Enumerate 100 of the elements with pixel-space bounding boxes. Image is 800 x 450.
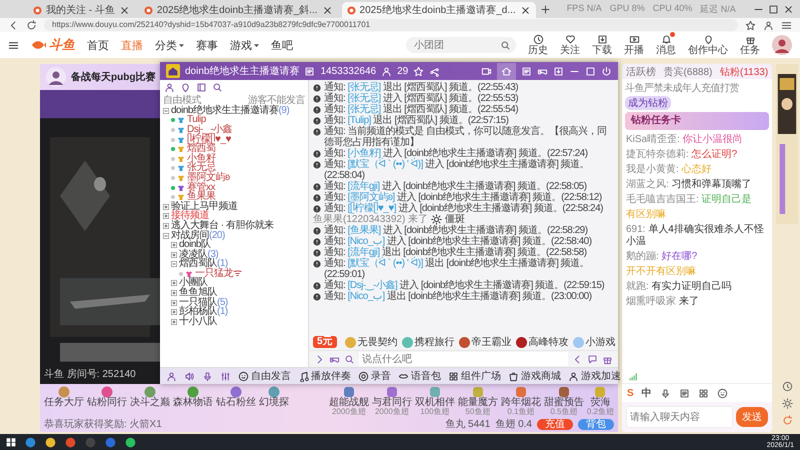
gift-item[interactable]: 超能战舰 2000鱼翅: [328, 386, 369, 418]
header-action[interactable]: 消息: [656, 34, 676, 56]
user-avatar[interactable]: [772, 35, 792, 55]
chat-tab[interactable]: 钻粉(1133): [720, 64, 768, 78]
member-name[interactable]: 墨阿文屿ʚ: [187, 172, 230, 183]
gift-item[interactable]: 双机相伴 100鱼翅: [414, 386, 455, 418]
toolbar-button[interactable]: 游戏商城: [508, 369, 561, 383]
gift-item[interactable]: 跨年烟花 0.1鱼翅: [500, 386, 541, 418]
equalizer-icon[interactable]: [220, 370, 231, 382]
avatar-icon[interactable]: [166, 370, 177, 382]
book-icon[interactable]: [196, 82, 207, 93]
gift-item[interactable]: 甜蜜预告 0.5鱼翅: [544, 386, 584, 418]
channel-item[interactable]: 十小八队: [179, 316, 217, 327]
gift-item[interactable]: 荧海 0.2鱼翅: [586, 386, 614, 418]
toolbar-button[interactable]: 组件广场: [448, 369, 501, 383]
settings-icon[interactable]: [782, 398, 792, 409]
channel-item[interactable]: 逃入大舞台 · 有胆你就来: [171, 220, 274, 231]
streamer-avatar[interactable]: [46, 67, 66, 87]
activity-item[interactable]: 幻境探: [259, 386, 289, 418]
user-icon[interactable]: [164, 82, 175, 93]
timer-icon[interactable]: [782, 381, 792, 392]
favorite-icon[interactable]: [745, 20, 756, 30]
reload-icon[interactable]: [26, 20, 37, 30]
browser-tab[interactable]: 我的关注 - 斗鱼: [28, 2, 135, 18]
activity-item[interactable]: 决斗之巅: [130, 386, 170, 418]
expand-toggle-icon[interactable]: [163, 222, 169, 229]
search-field[interactable]: 小团团: [406, 37, 516, 53]
list-icon[interactable]: [678, 388, 690, 398]
coupon-badge[interactable]: 5元: [313, 336, 337, 348]
expand-toggle-icon[interactable]: [163, 204, 169, 210]
channel-item[interactable]: 对战房间(20): [171, 230, 225, 241]
activity-item[interactable]: 钻粉同行: [87, 386, 127, 418]
toolbar-button[interactable]: 自由发言: [238, 369, 291, 383]
location-icon[interactable]: [180, 82, 191, 93]
browser-tab[interactable]: 2025绝地求生doinb主播邀请赛_d...: [342, 2, 536, 18]
new-tab-icon[interactable]: [540, 4, 551, 14]
close-icon[interactable]: [322, 4, 333, 16]
gift-item[interactable]: 能量魔方 50鱼翅: [458, 386, 498, 418]
header-action[interactable]: 关注: [560, 34, 580, 56]
nav-link[interactable]: 首页: [87, 38, 109, 52]
power-icon[interactable]: [601, 66, 612, 76]
toolbar-button[interactable]: 播放伴奏: [298, 369, 351, 383]
close-icon[interactable]: [783, 4, 794, 14]
expand-toggle-icon[interactable]: [171, 309, 177, 316]
activity-item[interactable]: 任务大厅: [44, 386, 84, 418]
expand-toggle-icon[interactable]: [163, 232, 169, 239]
mini-app[interactable]: 高峰特攻: [516, 336, 569, 348]
maximize-icon[interactable]: [768, 4, 779, 14]
expand-toggle-icon[interactable]: [171, 252, 177, 258]
chat-tab[interactable]: 活跃榜: [626, 64, 656, 78]
member-name[interactable]: Dsj-‿-小鑫: [187, 124, 232, 135]
refresh-icon[interactable]: [782, 415, 792, 426]
activity-item[interactable]: 钻石粉丝: [216, 386, 256, 418]
taskbar-app-icon[interactable]: [45, 436, 56, 448]
download-icon[interactable]: [553, 66, 564, 76]
mini-app[interactable]: 帝王霸业: [458, 336, 512, 348]
channel-item[interactable]: 鱼鱼旭队: [179, 288, 217, 298]
search-icon[interactable]: [344, 354, 355, 364]
menu-icon[interactable]: [781, 20, 792, 30]
search-icon[interactable]: [212, 82, 223, 93]
recharge-button[interactable]: 充值: [537, 418, 573, 430]
member-name[interactable]: Tulip: [187, 115, 206, 126]
taskbar-app-icon[interactable]: [125, 436, 136, 448]
toolbar-button[interactable]: 游戏加速: [568, 369, 621, 383]
channel-item[interactable]: 熠西蜀队(1): [179, 259, 228, 270]
header-action[interactable]: 历史: [528, 34, 548, 56]
header-action[interactable]: 任务: [740, 34, 760, 56]
chat-bubble-icon[interactable]: [587, 354, 598, 364]
video-icon[interactable]: [481, 66, 492, 76]
menu-icon[interactable]: [8, 40, 19, 50]
message-input[interactable]: 说点什么吧: [359, 352, 568, 366]
nav-link[interactable]: 游戏: [230, 38, 259, 52]
language-tool[interactable]: 中: [642, 386, 652, 400]
channel-item[interactable]: doinb绝地求生主播邀请赛(9): [171, 106, 290, 116]
join-fan-button[interactable]: 成为钻粉: [625, 96, 671, 110]
activity-item[interactable]: 森林物语: [173, 386, 213, 418]
expand-toggle-icon[interactable]: [163, 213, 169, 220]
member-name[interactable]: 鱼果果: [187, 192, 216, 202]
share-icon[interactable]: [429, 66, 440, 76]
member-name[interactable]: 熠西蜀: [187, 144, 216, 154]
header-action[interactable]: 下载: [592, 34, 612, 56]
mini-app[interactable]: 携程旅行: [402, 336, 455, 348]
nav-link[interactable]: 鱼吧: [271, 38, 293, 52]
chat-input[interactable]: 请输入聊天内容: [626, 406, 733, 428]
app-home-icon[interactable]: [166, 64, 180, 78]
toolbar-button[interactable]: 录音: [358, 369, 391, 383]
speaker-icon[interactable]: [184, 370, 195, 382]
expand-toggle-icon[interactable]: [171, 300, 177, 306]
search-icon[interactable]: [500, 40, 511, 50]
expand-toggle-icon[interactable]: [171, 242, 177, 248]
toolbar-button[interactable]: 语音包: [398, 369, 441, 383]
expand-toggle-icon[interactable]: [163, 108, 169, 114]
taskbar-app-icon[interactable]: [25, 436, 36, 448]
expand-toggle-icon[interactable]: [171, 280, 177, 286]
close-icon[interactable]: [520, 4, 531, 16]
mic-icon[interactable]: [202, 370, 213, 382]
mini-app[interactable]: 无畏契约: [344, 336, 398, 348]
header-action[interactable]: 创作中心: [688, 34, 728, 56]
browser-tab[interactable]: 2025绝地求生doinb主播邀请赛_斜...: [138, 2, 338, 18]
fan-task-banner[interactable]: 钻粉任务卡: [625, 112, 769, 130]
